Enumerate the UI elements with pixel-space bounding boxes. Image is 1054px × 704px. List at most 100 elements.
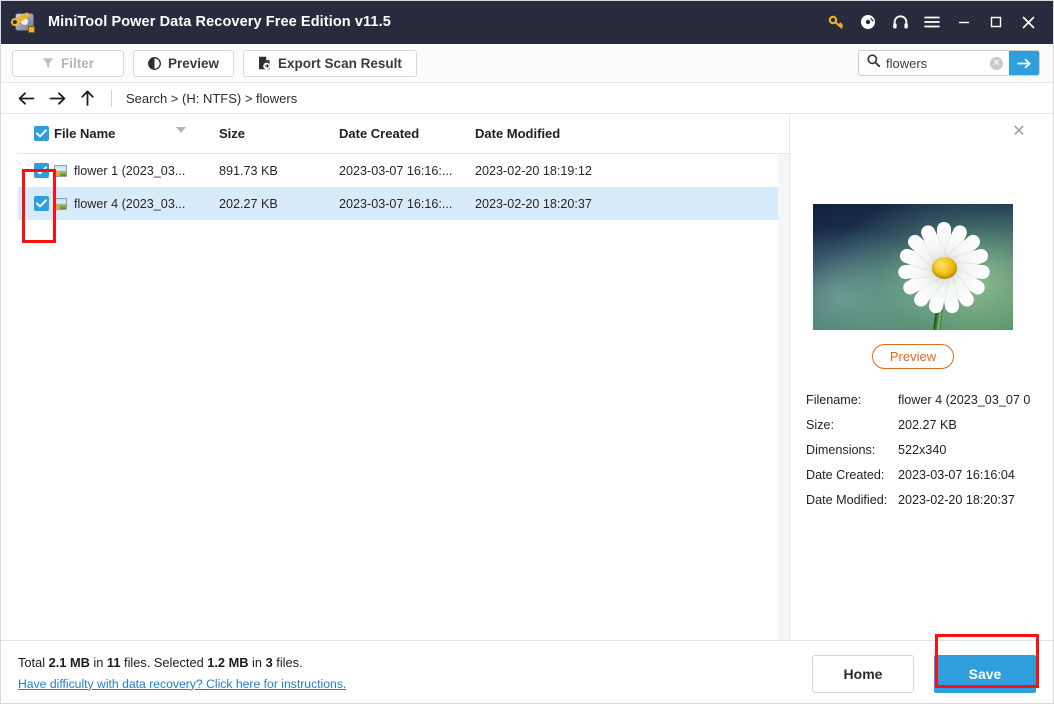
search-clear-icon[interactable]: ✕: [990, 56, 1003, 70]
disc-icon[interactable]: [852, 7, 884, 37]
column-header-file-name[interactable]: File Name: [54, 126, 219, 141]
maximize-button[interactable]: [980, 7, 1012, 37]
row-file-name: flower 4 (2023_03...: [74, 196, 186, 211]
row-date-modified: 2023-02-20 18:19:12: [475, 163, 592, 178]
minimize-button[interactable]: [948, 7, 980, 37]
export-scan-result-button[interactable]: Export Scan Result: [243, 49, 417, 77]
filter-icon: [42, 57, 54, 69]
arrow-up-icon[interactable]: [80, 90, 95, 106]
detail-value: flower 4 (2023_03_07 0: [898, 393, 1031, 407]
main-content: File Name Size Date Created Date Modifie…: [0, 114, 1054, 640]
total-mid: in: [89, 654, 107, 670]
preview-image-button[interactable]: Preview: [872, 344, 954, 369]
preview-eye-icon: [148, 56, 161, 70]
detail-date-created: Date Created: 2023-03-07 16:16:04: [806, 468, 1036, 482]
preview-panel: ✕ Preview Filename: flower 4 (2023_03_07…: [790, 114, 1036, 640]
image-file-icon: [54, 197, 67, 210]
row-checkbox[interactable]: [18, 196, 54, 211]
title-bar-controls: [820, 7, 1044, 37]
column-header-size[interactable]: Size: [219, 126, 339, 141]
row-size: 202.27 KB: [219, 196, 278, 211]
application-window: MiniTool Power Data Recovery Free Editio…: [0, 0, 1054, 704]
navigation-arrows: [18, 90, 95, 106]
image-file-icon: [54, 164, 67, 177]
help-instructions-link[interactable]: Have difficulty with data recovery? Clic…: [18, 677, 346, 691]
row-file-name-cell[interactable]: flower 4 (2023_03...: [54, 197, 219, 211]
file-summary-text: Total 2.1 MB in 11 files. Selected 1.2 M…: [18, 655, 346, 670]
headphones-icon[interactable]: [884, 7, 916, 37]
row-checkbox[interactable]: [18, 163, 54, 178]
footer-info: Total 2.1 MB in 11 files. Selected 1.2 M…: [18, 655, 346, 691]
row-file-name-cell[interactable]: flower 1 (2023_03...: [54, 164, 219, 178]
selected-suffix: files.: [272, 654, 303, 670]
arrow-right-icon[interactable]: [49, 91, 66, 106]
title-bar: MiniTool Power Data Recovery Free Editio…: [0, 0, 1054, 44]
breadcrumb-path[interactable]: Search > (H: NTFS) > flowers: [126, 91, 297, 106]
detail-value: 522x340: [898, 443, 947, 457]
checkbox-checked-icon: [34, 196, 49, 211]
detail-value: 202.27 KB: [898, 418, 957, 432]
total-prefix: Total: [18, 654, 49, 670]
filter-button[interactable]: Filter: [12, 49, 124, 77]
checkbox-checked-icon: [34, 163, 49, 178]
file-list-header: File Name Size Date Created Date Modifie…: [18, 114, 789, 154]
selected-prefix: Selected: [150, 654, 208, 670]
column-label-file-name: File Name: [54, 126, 116, 141]
detail-size: Size: 202.27 KB: [806, 418, 1036, 432]
preview-label: Preview: [168, 55, 220, 71]
toolbar: Filter Preview Export Scan Result flower…: [0, 44, 1054, 83]
app-logo-icon: [12, 11, 36, 33]
detail-label: Filename:: [806, 393, 862, 407]
row-date-created: 2023-03-07 16:16:...: [339, 196, 453, 211]
preview-details: Filename: flower 4 (2023_03_07 0 Size: 2…: [790, 393, 1036, 518]
home-button[interactable]: Home: [812, 655, 914, 693]
row-date-created: 2023-03-07 16:16:...: [339, 163, 453, 178]
file-list-pane: File Name Size Date Created Date Modifie…: [18, 114, 790, 640]
file-list-rows: flower 1 (2023_03... 891.73 KB 2023-03-0…: [18, 154, 789, 640]
close-preview-icon[interactable]: ✕: [1010, 122, 1028, 140]
sort-desc-icon[interactable]: [176, 127, 186, 133]
window-title: MiniTool Power Data Recovery Free Editio…: [48, 14, 391, 30]
table-row[interactable]: flower 4 (2023_03... 202.27 KB 2023-03-0…: [18, 187, 789, 220]
table-row[interactable]: flower 1 (2023_03... 891.73 KB 2023-03-0…: [18, 154, 789, 187]
detail-value: 2023-03-07 16:16:04: [898, 468, 1015, 482]
row-file-name: flower 1 (2023_03...: [74, 163, 186, 178]
detail-dimensions: Dimensions: 522x340: [806, 443, 1036, 457]
column-header-date-modified[interactable]: Date Modified: [475, 126, 655, 141]
checkbox-checked-icon: [34, 126, 49, 141]
detail-value: 2023-02-20 18:20:37: [898, 493, 1015, 507]
daisy-flower-icon: [887, 218, 1001, 318]
preview-thumbnail[interactable]: [813, 204, 1013, 330]
selected-count: 3: [265, 654, 273, 670]
breadcrumb-bar: Search > (H: NTFS) > flowers: [0, 83, 1054, 114]
flower-center: [931, 257, 957, 279]
save-button[interactable]: Save: [934, 655, 1036, 693]
filter-label: Filter: [60, 55, 94, 71]
license-key-icon[interactable]: [820, 7, 852, 37]
detail-label: Date Modified:: [806, 493, 888, 507]
total-count: 11: [106, 654, 121, 670]
export-label: Export Scan Result: [278, 55, 402, 71]
detail-label: Dimensions:: [806, 443, 876, 457]
search-submit-button[interactable]: [1009, 51, 1039, 75]
detail-label: Size:: [806, 418, 834, 432]
close-button[interactable]: [1012, 7, 1044, 37]
footer-actions: Home Save: [812, 655, 1036, 693]
breadcrumb-divider: [111, 89, 112, 107]
selected-size: 1.2 MB: [207, 654, 249, 670]
arrow-left-icon[interactable]: [18, 91, 35, 106]
search-box[interactable]: ✕: [858, 50, 1040, 76]
detail-date-modified: Date Modified: 2023-02-20 18:20:37: [806, 493, 1036, 507]
total-suffix: files.: [120, 654, 151, 670]
select-all-checkbox[interactable]: [18, 126, 54, 141]
export-file-icon: [258, 56, 271, 70]
save-button-wrapper: Save: [934, 655, 1036, 693]
status-footer: Total 2.1 MB in 11 files. Selected 1.2 M…: [0, 640, 1054, 704]
menu-icon[interactable]: [916, 7, 948, 37]
file-list-scrollbar[interactable]: [778, 154, 789, 640]
search-input[interactable]: [886, 55, 990, 71]
row-size: 891.73 KB: [219, 163, 278, 178]
column-header-date-created[interactable]: Date Created: [339, 126, 475, 141]
preview-button[interactable]: Preview: [133, 49, 235, 77]
detail-filename: Filename: flower 4 (2023_03_07 0: [806, 393, 1036, 407]
